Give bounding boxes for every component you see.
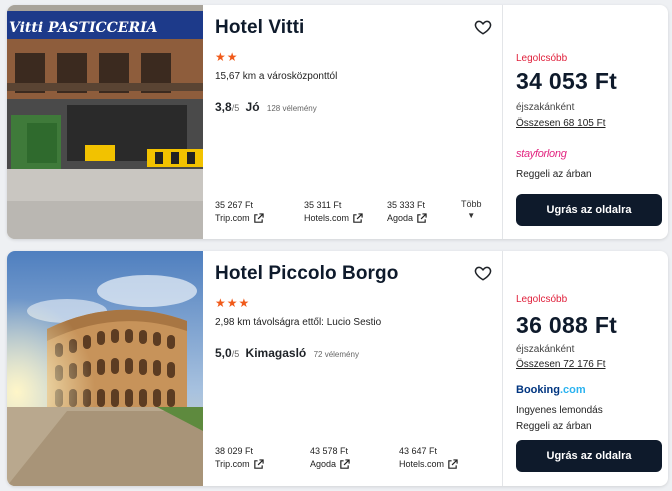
- offer-price: 43 647 Ft: [399, 446, 438, 456]
- perk-text: Reggeli az árban: [516, 421, 592, 432]
- star-rating: ★★★: [215, 296, 251, 310]
- total-price[interactable]: Összesen 72 176 Ft: [516, 359, 606, 370]
- heart-icon[interactable]: [474, 264, 492, 282]
- shop-sign: Vitti PASTICCERIA: [9, 20, 158, 36]
- offer-item[interactable]: 35 311 Ft Hotels.com: [304, 199, 363, 225]
- perk-text: Ingyenes lemondás: [516, 405, 603, 416]
- external-link-icon: [340, 459, 350, 469]
- rating-word: Jó: [245, 100, 260, 114]
- offer-price: 38 029 Ft: [215, 446, 254, 456]
- heart-icon[interactable]: [474, 18, 492, 36]
- rating-word: Kimagasló: [245, 346, 307, 360]
- offer-item[interactable]: 38 029 Ft Trip.com: [215, 445, 264, 471]
- go-to-site-button[interactable]: Ugrás az oldalra: [516, 440, 662, 472]
- review-count[interactable]: 72 vélemény: [314, 350, 359, 359]
- guest-rating: 5,0/5 Kimagasló 72 vélemény: [215, 346, 359, 360]
- hotel-photo[interactable]: Vitti PASTICCERIA: [7, 5, 203, 239]
- cheapest-label: Legolcsóbb: [516, 53, 568, 64]
- offer-site: Trip.com: [215, 459, 250, 469]
- colosseum-image: [7, 251, 203, 486]
- provider-logo: Booking.com: [516, 384, 586, 396]
- offer-price: 43 578 Ft: [310, 446, 349, 456]
- external-link-icon: [448, 459, 458, 469]
- offer-item[interactable]: 43 578 Ft Agoda: [310, 445, 350, 471]
- hotel-name[interactable]: Hotel Vitti: [215, 17, 304, 39]
- offer-price: 35 311 Ft: [304, 200, 342, 210]
- hotel-card[interactable]: Vitti PASTICCERIA Hotel Vitti ★★ 15,67 k…: [7, 5, 668, 239]
- offer-site: Trip.com: [215, 213, 250, 223]
- more-offers-button[interactable]: Több ▼: [461, 199, 482, 220]
- chevron-down-icon: ▼: [467, 211, 476, 220]
- star-rating: ★★: [215, 50, 239, 64]
- hotel-photo[interactable]: [7, 251, 203, 486]
- external-link-icon: [253, 459, 264, 469]
- total-price[interactable]: Összesen 68 105 Ft: [516, 118, 606, 129]
- price-panel: Legolcsóbb 36 088 Ft éjszakánként Összes…: [503, 251, 668, 486]
- offer-site: Agoda: [310, 459, 337, 469]
- price-panel: Legolcsóbb 34 053 Ft éjszakánként Összes…: [503, 5, 668, 239]
- hotel-info: Hotel Piccolo Borgo ★★★ 2,98 km távolság…: [203, 251, 503, 486]
- provider-suffix: .com: [560, 384, 586, 396]
- provider-logo: stayforlong: [516, 148, 567, 160]
- offer-price: 35 267 Ft: [215, 200, 254, 210]
- per-night-label: éjszakánként: [516, 102, 575, 113]
- offer-item[interactable]: 43 647 Ft Hotels.com: [399, 445, 458, 471]
- offer-site: Agoda: [387, 213, 414, 223]
- more-label: Több: [461, 199, 482, 209]
- offer-price: 35 333 Ft: [387, 200, 426, 210]
- guest-rating: 3,8/5 Jó 128 vélemény: [215, 100, 317, 114]
- cheapest-label: Legolcsóbb: [516, 294, 568, 305]
- perk-text: Reggeli az árban: [516, 169, 592, 180]
- offer-item[interactable]: 35 267 Ft Trip.com: [215, 199, 264, 225]
- external-link-icon: [417, 213, 427, 223]
- per-night-label: éjszakánként: [516, 344, 575, 355]
- review-count[interactable]: 128 vélemény: [267, 104, 317, 113]
- rating-scale: /5: [231, 349, 240, 359]
- rating-score: 3,8: [215, 100, 232, 114]
- go-to-site-button[interactable]: Ugrás az oldalra: [516, 194, 662, 226]
- external-link-icon: [353, 213, 363, 223]
- offer-site: Hotels.com: [399, 459, 445, 469]
- distance-text: 2,98 km távolságra ettől: Lucio Sestio: [215, 317, 382, 328]
- provider-name: Booking: [516, 384, 560, 396]
- rating-score: 5,0: [215, 346, 232, 360]
- best-price: 34 053 Ft: [516, 68, 618, 94]
- external-link-icon: [253, 213, 264, 223]
- offer-site: Hotels.com: [304, 213, 350, 223]
- best-price: 36 088 Ft: [516, 312, 618, 338]
- pasticceria-image: Vitti PASTICCERIA: [7, 5, 203, 239]
- hotel-info: Hotel Vitti ★★ 15,67 km a városközponttó…: [203, 5, 503, 239]
- hotel-name[interactable]: Hotel Piccolo Borgo: [215, 263, 398, 285]
- offer-item[interactable]: 35 333 Ft Agoda: [387, 199, 427, 225]
- rating-scale: /5: [231, 103, 240, 113]
- distance-text: 15,67 km a városközponttól: [215, 71, 338, 82]
- hotel-card[interactable]: Hotel Piccolo Borgo ★★★ 2,98 km távolság…: [7, 251, 668, 486]
